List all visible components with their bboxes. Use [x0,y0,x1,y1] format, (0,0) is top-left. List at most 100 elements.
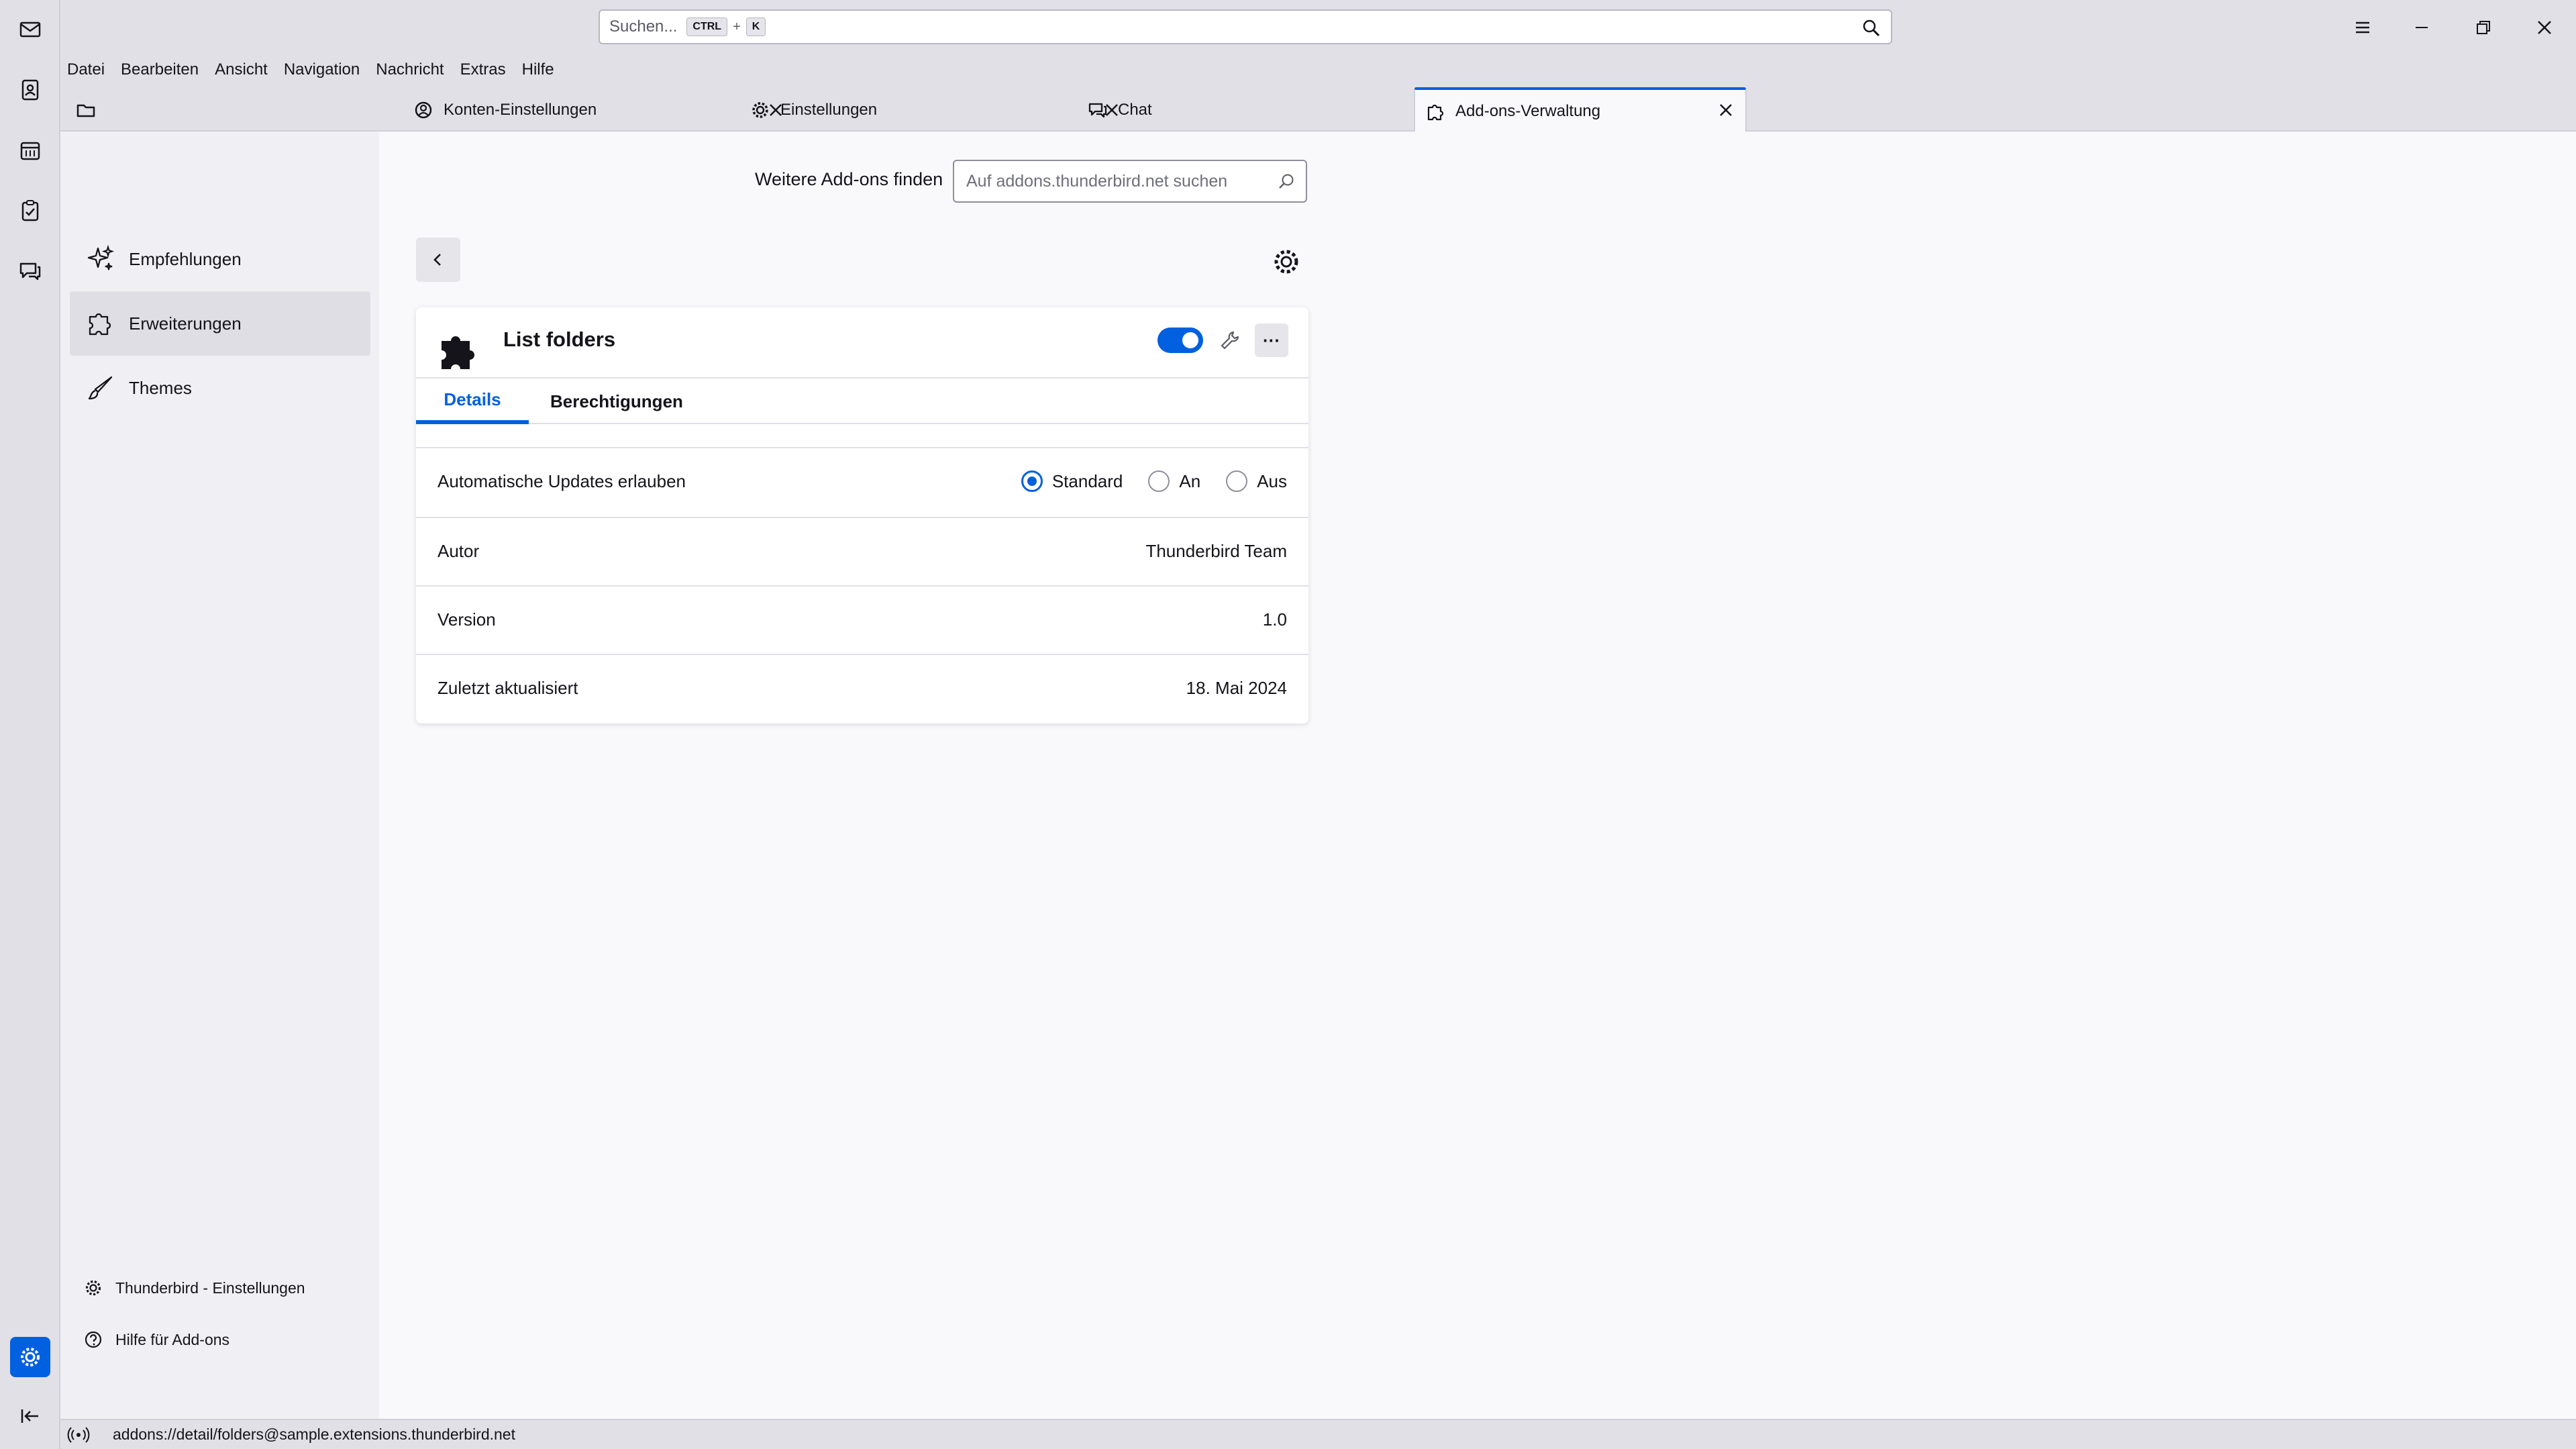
find-more-addons-label: Weitere Add-ons finden [755,169,943,189]
menu-file[interactable]: Datei [67,60,105,79]
category-label: Empfehlungen [129,248,242,269]
restore-button[interactable] [2467,11,2500,44]
radio-off[interactable]: Aus [1226,470,1287,492]
tab-details[interactable]: Details [416,379,529,424]
radio-dot [1226,470,1248,492]
addon-options-button[interactable] [1215,325,1245,356]
gear-icon [752,102,768,118]
restore-icon [2477,21,2490,34]
gear-icon [85,1280,101,1296]
address-book-space-button[interactable] [10,70,50,110]
tasks-space-button[interactable] [10,191,50,231]
puzzle-icon [1427,104,1444,121]
title-bar: Suchen... CTRL + K [60,0,2576,55]
menu-help[interactable]: Hilfe [522,60,554,79]
global-search-bar[interactable]: Suchen... CTRL + K [599,9,1892,44]
auto-updates-radio-group: Standard An Aus [996,470,1287,492]
menu-message[interactable]: Nachricht [376,60,444,79]
tab-label: Chat [1118,101,1152,119]
gear-icon[interactable] [1270,246,1302,278]
tab-account-settings[interactable]: Konten-Einstellungen [413,89,788,132]
radio-dot [1021,470,1043,492]
mail-icon [19,21,41,38]
tab-label: Konten-Einstellungen [444,101,597,119]
search-placeholder: Suchen... [609,17,678,36]
addon-detail-tabs: Details Berechtigungen [416,377,1308,424]
radio-label: Standard [1051,470,1123,491]
author-value: Thunderbird Team [1145,540,1287,561]
wrench-icon [1221,331,1239,350]
radio-standard[interactable]: Standard [1021,470,1123,492]
version-value: 1.0 [1262,609,1287,630]
menu-tools[interactable]: Extras [460,60,506,79]
category-themes[interactable]: Themes [70,356,370,420]
back-button[interactable] [416,238,460,282]
addons-help-label: Hilfe für Add-ons [115,1330,230,1348]
menu-navigation[interactable]: Navigation [284,60,360,79]
shortcut-key-k: K [745,17,766,36]
chevron-left-icon [433,254,441,266]
tab-folder[interactable] [75,89,115,132]
last-updated-label: Zuletzt aktualisiert [437,677,578,698]
radio-dot [1148,470,1170,492]
tab-chat[interactable]: Chat [1087,89,1463,132]
chat-space-button[interactable] [10,251,50,291]
version-label: Version [437,609,496,630]
version-row: Version 1.0 [416,585,1308,652]
minimize-icon [2416,27,2428,28]
calendar-space-button[interactable] [10,130,50,170]
folder-icon [76,104,95,117]
mail-space-button[interactable] [10,9,50,50]
category-label: Themes [129,377,192,398]
addon-more-options-button[interactable]: ··· [1255,323,1288,357]
online-status-icon[interactable] [67,1425,90,1445]
amo-search-input[interactable]: Auf addons.thunderbird.net suchen [953,160,1307,203]
tab-settings[interactable]: Einstellungen [750,89,1125,132]
close-window-button[interactable] [2528,11,2561,44]
addon-detail-card: List folders ··· Details Berechtigungen … [416,307,1308,723]
search-icon[interactable] [1861,18,1882,38]
auto-updates-label: Automatische Updates erlauben [437,470,686,491]
menu-bar: Datei Bearbeiten Ansicht Navigation Nach… [60,55,2576,85]
puzzle-icon [89,313,111,336]
addon-name: List folders [503,328,616,351]
tab-permissions[interactable]: Berechtigungen [550,379,683,424]
thunderbird-settings-label: Thunderbird - Einstellungen [115,1279,305,1297]
calendar-icon [20,142,40,160]
shortcut-key-ctrl: CTRL [686,17,728,36]
gear-icon [21,1348,40,1366]
chat-icon [1088,103,1107,118]
app-menu-button[interactable] [2346,11,2379,44]
status-bar: addons://detail/folders@sample.extension… [60,1419,2576,1449]
category-label: Erweiterungen [129,313,242,334]
status-url: addons://detail/folders@sample.extension… [113,1426,515,1443]
last-updated-value: 18. Mai 2024 [1186,677,1287,698]
collapse-spaces-button[interactable] [10,1397,50,1435]
radio-on[interactable]: An [1148,470,1200,492]
address-book-icon [21,79,39,101]
chat-icon [19,262,41,281]
addons-category-sidebar: Empfehlungen Erweiterungen Themes Thunde… [60,132,379,1419]
addon-enable-toggle[interactable] [1157,328,1203,353]
tab-addons-manager[interactable]: Add-ons-Verwaltung [1414,87,1747,133]
tab-label: Add-ons-Verwaltung [1455,102,1601,120]
radio-label: An [1179,470,1201,491]
addons-main: Weitere Add-ons finden Auf addons.thunde… [379,132,2576,1419]
thunderbird-settings-link[interactable]: Thunderbird - Einstellungen [83,1278,305,1298]
author-label: Autor [437,540,480,561]
category-extensions[interactable]: Erweiterungen [70,291,370,356]
tab-bar: Konten-Einstellungen Einstellungen Chat [60,85,2576,132]
category-recommendations[interactable]: Empfehlungen [70,227,370,291]
minimize-button[interactable] [2405,11,2438,44]
puzzle-icon [442,336,474,369]
close-icon[interactable] [1716,100,1736,120]
sparkle-icon [87,244,115,270]
settings-space-button[interactable] [10,1337,50,1377]
addons-help-link[interactable]: Hilfe für Add-ons [83,1330,229,1350]
close-icon [2538,21,2551,34]
author-row: Autor Thunderbird Team [416,517,1308,584]
spaces-toolbar [0,0,60,1449]
menu-edit[interactable]: Bearbeiten [121,60,199,79]
last-updated-row: Zuletzt aktualisiert 18. Mai 2024 [416,654,1308,721]
menu-view[interactable]: Ansicht [215,60,268,79]
